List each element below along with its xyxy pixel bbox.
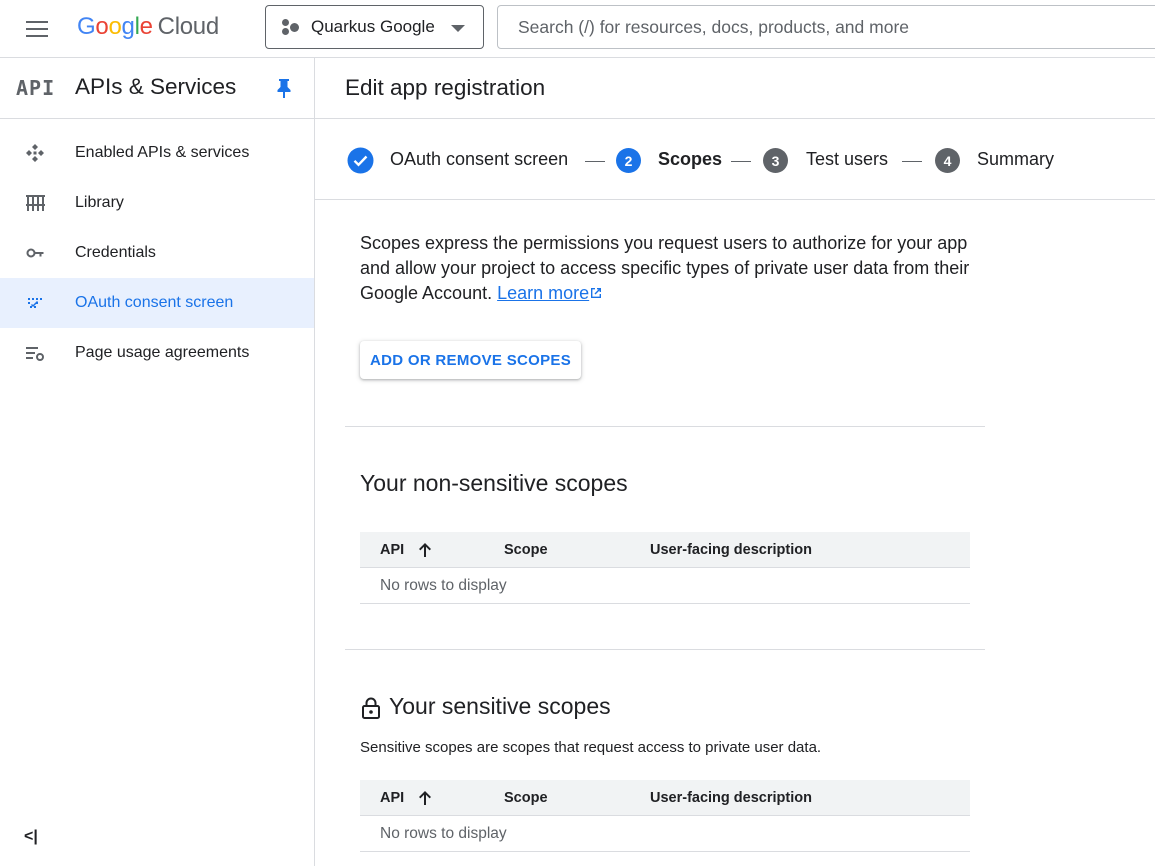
enabled-apis-icon — [26, 144, 44, 162]
logo-cloud: Cloud — [157, 13, 220, 40]
section-divider — [345, 649, 985, 650]
column-api[interactable]: API — [380, 542, 404, 558]
add-or-remove-scopes-button[interactable]: ADD OR REMOVE SCOPES — [360, 341, 581, 379]
api-badge-icon: API — [16, 76, 56, 100]
step-connector — [731, 161, 751, 162]
key-icon — [26, 248, 44, 258]
settings-list-icon — [26, 347, 44, 361]
step-oauth-consent[interactable]: OAuth consent screen — [390, 149, 568, 170]
search-input[interactable] — [497, 5, 1155, 49]
column-api[interactable]: API — [380, 790, 404, 806]
step-summary[interactable]: Summary — [977, 149, 1054, 170]
step-connector — [585, 161, 605, 162]
page-title: Edit app registration — [345, 75, 546, 100]
table-header: API Scope User-facing description — [360, 532, 970, 568]
sidebar-item-page-usage[interactable]: Page usage agreements — [0, 328, 314, 378]
project-picker[interactable]: Quarkus Google — [265, 5, 484, 49]
sidebar-item-label: Credentials — [75, 244, 156, 261]
sidebar-item-credentials[interactable]: Credentials — [0, 228, 314, 278]
table-header: API Scope User-facing description — [360, 780, 970, 816]
sidebar-item-library[interactable]: Library — [0, 178, 314, 228]
arrow-up-icon[interactable] — [416, 789, 434, 807]
page-header: Edit app registration — [315, 58, 1155, 119]
sidebar-title: APIs & Services — [75, 74, 237, 99]
column-description: User-facing description — [650, 790, 812, 806]
oauth-icon — [28, 298, 42, 308]
arrow-up-icon[interactable] — [416, 541, 434, 559]
sidebar-item-label: Library — [75, 194, 124, 211]
project-name: Quarkus Google — [311, 17, 435, 36]
table-row: No rows to display — [360, 816, 970, 852]
sidebar-item-label: Enabled APIs & services — [75, 144, 250, 161]
learn-more-label: Learn more — [497, 283, 590, 303]
column-scope: Scope — [504, 790, 548, 806]
step-4-number: 4 — [935, 148, 960, 173]
chevron-down-icon — [451, 25, 465, 32]
column-description: User-facing description — [650, 542, 812, 558]
scopes-intro: Scopes express the permissions you reque… — [360, 231, 980, 306]
collapse-sidebar-icon[interactable]: <| — [24, 828, 38, 846]
empty-message: No rows to display — [380, 825, 507, 842]
google-cloud-logo[interactable]: Google Cloud — [77, 13, 219, 41]
step-scopes[interactable]: Scopes — [658, 149, 722, 170]
non-sensitive-scopes-table: API Scope User-facing description No row… — [360, 532, 970, 604]
column-scope: Scope — [504, 542, 548, 558]
lock-icon — [362, 697, 380, 719]
sidebar: API APIs & Services Enabled APIs & servi… — [0, 58, 315, 866]
step-test-users[interactable]: Test users — [806, 149, 888, 170]
stepper: OAuth consent screen 2 Scopes 3 Test use… — [315, 119, 1155, 200]
sidebar-item-label: Page usage agreements — [75, 344, 250, 361]
library-icon — [26, 195, 45, 211]
sidebar-header: API APIs & Services — [0, 58, 314, 119]
table-row: No rows to display — [360, 568, 970, 604]
sidebar-nav: Enabled APIs & services Library Credenti… — [0, 119, 314, 378]
step-2-number: 2 — [616, 148, 641, 173]
non-sensitive-scopes-title: Your non-sensitive scopes — [360, 470, 628, 496]
sensitive-scopes-table: API Scope User-facing description No row… — [360, 780, 970, 852]
sensitive-scopes-title: Your sensitive scopes — [389, 693, 611, 719]
sensitive-scopes-description: Sensitive scopes are scopes that request… — [360, 739, 822, 756]
step-3-number: 3 — [763, 148, 788, 173]
logo-google: Google — [77, 13, 153, 40]
section-divider — [345, 426, 985, 427]
external-link-icon — [591, 288, 602, 298]
sidebar-item-label: OAuth consent screen — [75, 294, 234, 311]
sidebar-item-oauth-consent[interactable]: OAuth consent screen — [0, 278, 314, 328]
step-connector — [902, 161, 922, 162]
sidebar-item-enabled-apis[interactable]: Enabled APIs & services — [0, 128, 314, 178]
intro-text: Scopes express the permissions you reque… — [360, 233, 970, 303]
top-bar: Google Cloud Quarkus Google — [0, 0, 1155, 58]
pin-icon[interactable] — [275, 78, 293, 98]
check-circle-icon — [347, 147, 374, 174]
menu-icon[interactable] — [22, 15, 50, 43]
learn-more-link[interactable]: Learn more — [497, 283, 589, 303]
empty-message: No rows to display — [380, 577, 507, 594]
project-icon — [281, 17, 301, 37]
main-content: Edit app registration OAuth consent scre… — [315, 58, 1155, 866]
